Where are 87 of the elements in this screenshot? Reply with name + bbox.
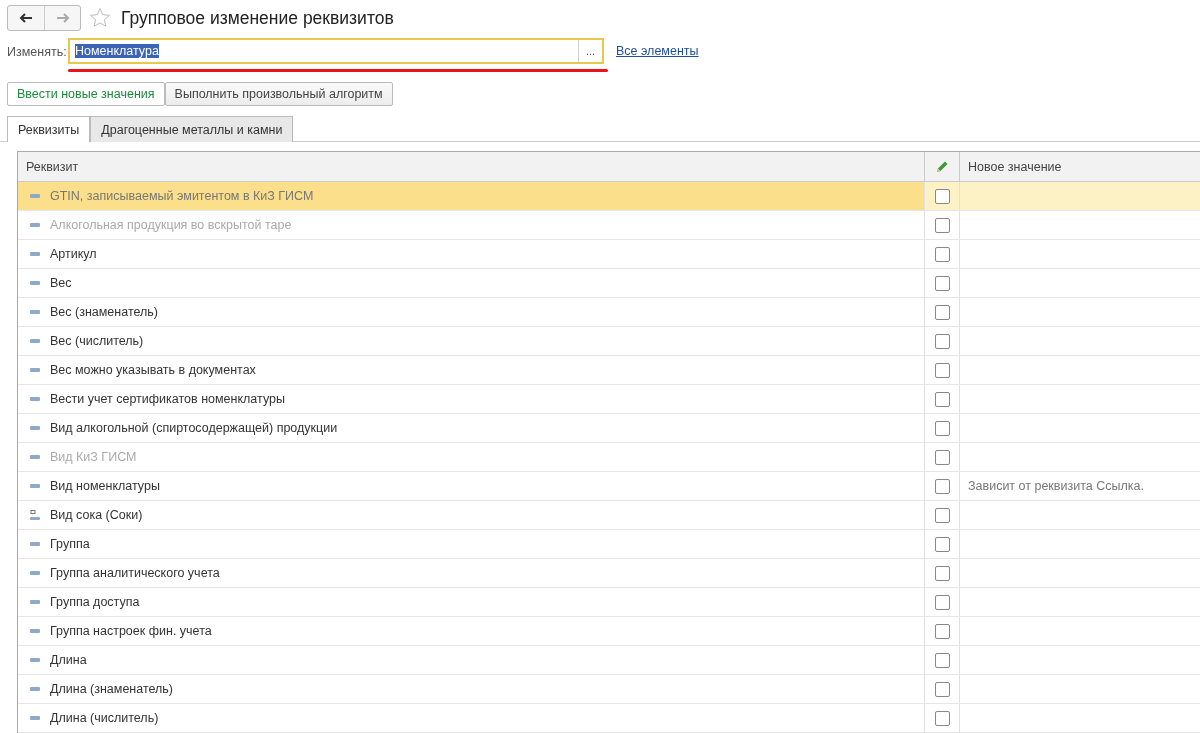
new-value-text: Зависит от реквизита Ссылка. xyxy=(968,479,1144,493)
checkbox[interactable] xyxy=(934,275,950,291)
attribute-name: Вес (знаменатель) xyxy=(50,305,158,319)
input-field[interactable]: Номенклатура ... xyxy=(68,38,604,64)
window-title: Групповое изменение реквизитов xyxy=(121,7,394,29)
attribute-icon xyxy=(30,194,40,198)
attribute-icon xyxy=(30,542,40,546)
checkbox[interactable] xyxy=(934,652,950,668)
table-row[interactable]: Длина xyxy=(18,646,1200,675)
table-row[interactable]: Вес xyxy=(18,269,1200,298)
attribute-icon xyxy=(30,687,40,691)
column-header[interactable]: Реквизит xyxy=(18,152,924,181)
field-label: Изменять: xyxy=(7,45,68,59)
attribute-name: Вид сока (Соки) xyxy=(50,508,143,522)
checkbox[interactable] xyxy=(934,565,950,581)
attribute-icon xyxy=(30,426,40,430)
star-icon[interactable] xyxy=(89,7,111,29)
checkbox[interactable] xyxy=(934,420,950,436)
attribute-icon xyxy=(30,368,40,372)
table-row[interactable]: Группа настроек фин. учета xyxy=(18,617,1200,646)
attribute-icon xyxy=(30,223,40,227)
attribute-icon xyxy=(30,629,40,633)
checkbox[interactable] xyxy=(934,594,950,610)
table-row[interactable]: Вид номенклатуры Зависит от реквизита Ссылка. xyxy=(18,472,1200,501)
pencil-icon xyxy=(935,159,949,174)
checkbox[interactable] xyxy=(934,710,950,726)
table-row[interactable]: Группа доступа xyxy=(18,588,1200,617)
checkbox[interactable] xyxy=(934,623,950,639)
attribute-icon xyxy=(30,571,40,575)
command-button[interactable]: Выполнить произвольный алгоритм xyxy=(164,82,393,106)
back-arrow-icon xyxy=(19,13,33,23)
command-button[interactable]: Ввести новые значения xyxy=(7,82,165,106)
attribute-name: Вид КиЗ ГИСМ xyxy=(50,450,137,464)
table-row[interactable]: Группа xyxy=(18,530,1200,559)
attribute-icon xyxy=(30,484,40,488)
attribute-icon xyxy=(30,455,40,459)
checkbox[interactable] xyxy=(934,391,950,407)
attribute-name: GTIN, записываемый эмитентом в КиЗ ГИСМ xyxy=(50,189,314,203)
attribute-name: Группа xyxy=(50,537,90,551)
attribute-name: Группа аналитического учета xyxy=(50,566,220,580)
table-row[interactable]: Вес (числитель) xyxy=(18,327,1200,356)
tab[interactable]: Реквизиты xyxy=(7,116,91,142)
checkbox[interactable] xyxy=(934,304,950,320)
attribute-name: Длина xyxy=(50,653,87,667)
attribute-icon xyxy=(30,252,40,256)
attribute-name: Вес xyxy=(50,276,72,290)
table-row[interactable]: Вес можно указывать в документах xyxy=(18,356,1200,385)
checkbox[interactable] xyxy=(934,478,950,494)
checkbox[interactable] xyxy=(934,362,950,378)
attribute-icon xyxy=(30,281,40,285)
attribute-name: Артикул xyxy=(50,247,97,261)
checkbox[interactable] xyxy=(934,188,950,204)
attribute-name: Вид алкогольной (спиртосодержащей) продукции xyxy=(50,421,338,435)
attribute-icon xyxy=(30,716,40,720)
field-value: Номенклатура xyxy=(75,44,159,58)
table-row[interactable]: Вид сока (Соки) xyxy=(18,501,1200,530)
table-row[interactable]: Вести учет сертификатов номенклатуры xyxy=(18,385,1200,414)
attribute-name: Вес (числитель) xyxy=(50,334,144,348)
checkbox[interactable] xyxy=(934,333,950,349)
table-row[interactable]: Артикул xyxy=(18,240,1200,269)
forward-arrow-icon xyxy=(55,13,70,23)
checkbox[interactable] xyxy=(934,536,950,552)
attribute-name: Длина (знаменатель) xyxy=(50,682,174,696)
column-header[interactable]: Новое значение xyxy=(959,152,1200,181)
all-elements-link[interactable]: Все элементы xyxy=(616,44,699,58)
table-row[interactable]: Вид алкогольной (спиртосодержащей) продукции xyxy=(18,414,1200,443)
attribute-name: Вести учет сертификатов номенклатуры xyxy=(50,392,285,406)
attribute-name: Алкогольная продукция во вскрытой таре xyxy=(50,218,292,232)
attribute-icon xyxy=(30,658,40,662)
attribute-icon xyxy=(30,339,40,343)
checkbox[interactable] xyxy=(934,507,950,523)
attribute-name: Длина (числитель) xyxy=(50,711,159,725)
attribute-icon xyxy=(30,310,40,314)
attribute-name: Вес можно указывать в документах xyxy=(50,363,256,377)
table-row[interactable]: Длина (числитель) xyxy=(18,704,1200,733)
table-row[interactable]: Вес (знаменатель) xyxy=(18,298,1200,327)
attribute-name: Вид номенклатуры xyxy=(50,479,160,493)
checkbox[interactable] xyxy=(934,246,950,262)
tab[interactable]: Драгоценные металлы и камни xyxy=(90,116,294,142)
attribute-icon xyxy=(30,600,40,604)
table-row[interactable]: Группа аналитического учета xyxy=(18,559,1200,588)
additional-attribute-icon xyxy=(30,509,40,521)
attribute-icon xyxy=(30,397,40,401)
checkbox[interactable] xyxy=(934,681,950,697)
attribute-name: Группа настроек фин. учета xyxy=(50,624,212,638)
attribute-name: Группа доступа xyxy=(50,595,140,609)
table-row[interactable]: Длина (знаменатель) xyxy=(18,675,1200,704)
